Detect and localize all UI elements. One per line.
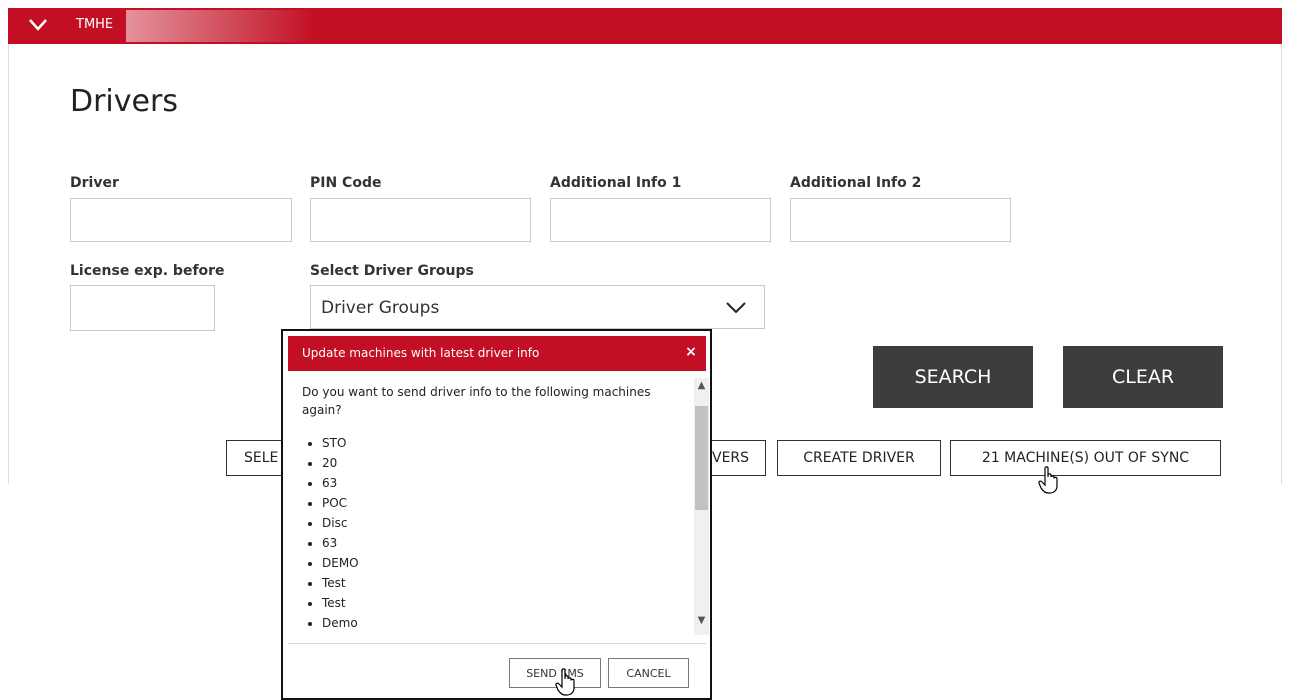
additional-info-1-input[interactable] (550, 198, 771, 242)
list-item: 63 (322, 533, 359, 553)
dialog-question: Do you want to send driver info to the f… (302, 385, 651, 417)
cancel-button[interactable]: CANCEL (608, 658, 689, 688)
dialog-header: Update machines with latest driver info … (288, 336, 706, 371)
list-item: Test (322, 593, 359, 613)
search-button[interactable]: SEARCH (873, 346, 1033, 408)
list-item: STO (322, 433, 359, 453)
list-item: 63 (322, 473, 359, 493)
scroll-up-icon[interactable]: ▲ (694, 380, 709, 398)
list-item: DEMO (322, 553, 359, 573)
section-title: TMHE (76, 17, 114, 32)
pin-code-input[interactable] (310, 198, 531, 242)
drivers-button[interactable]: VERS (706, 440, 766, 476)
list-item: Test (322, 573, 359, 593)
scrollbar-thumb[interactable] (695, 406, 708, 510)
driver-groups-label: Select Driver Groups (310, 263, 474, 279)
scroll-down-icon[interactable]: ▼ (694, 615, 709, 633)
out-of-sync-button[interactable]: 21 MACHINE(S) OUT OF SYNC (950, 440, 1221, 476)
machine-list: STO 20 63 POC Disc 63 DEMO Test Test Dem… (302, 433, 359, 633)
license-exp-input[interactable] (70, 285, 215, 331)
list-item: Disc (322, 513, 359, 533)
close-icon[interactable]: × (684, 344, 698, 360)
dialog-body: Do you want to send driver info to the f… (288, 375, 694, 635)
driver-groups-value: Driver Groups (321, 298, 440, 318)
pin-code-label: PIN Code (310, 175, 382, 191)
additional-info-2-input[interactable] (790, 198, 1011, 242)
additional-info-2-label: Additional Info 2 (790, 175, 922, 191)
additional-info-1-label: Additional Info 1 (550, 175, 682, 191)
driver-label: Driver (70, 175, 119, 191)
chevron-down-icon (726, 302, 746, 314)
license-exp-label: License exp. before (70, 263, 225, 279)
hand-cursor-icon (555, 668, 575, 696)
dialog-scrollbar[interactable]: ▲ ▼ (694, 378, 709, 635)
list-item: Demo (322, 613, 359, 633)
list-item: 20 (322, 453, 359, 473)
driver-groups-select[interactable]: Driver Groups (310, 285, 765, 329)
page-title: Drivers (70, 84, 178, 119)
select-button[interactable]: SELE (226, 440, 286, 476)
update-machines-dialog: Update machines with latest driver info … (281, 329, 712, 700)
hand-cursor-icon (1038, 466, 1058, 494)
chevron-down-icon[interactable] (29, 18, 47, 32)
dialog-divider (288, 643, 706, 644)
clear-button[interactable]: CLEAR (1063, 346, 1223, 408)
create-driver-button[interactable]: CREATE DRIVER (777, 440, 941, 476)
redacted-region (126, 10, 316, 42)
driver-input[interactable] (70, 198, 292, 242)
section-header[interactable]: TMHE (8, 8, 1282, 44)
dialog-title: Update machines with latest driver info (302, 346, 540, 360)
list-item: POC (322, 493, 359, 513)
